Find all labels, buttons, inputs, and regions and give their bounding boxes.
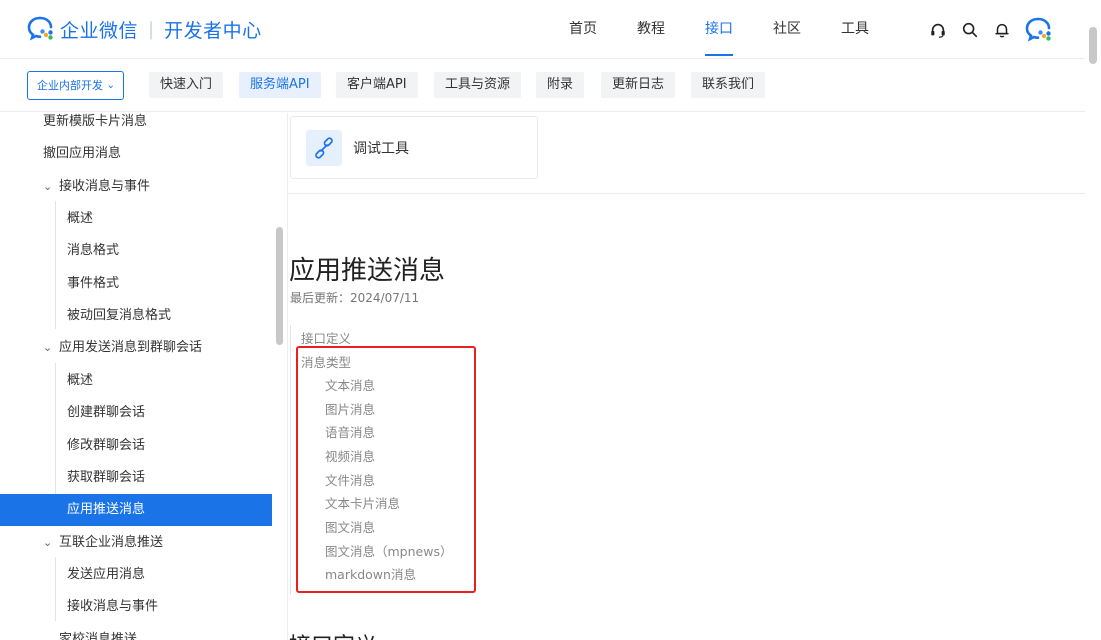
sidebar-group[interactable]: ⌄ 应用发送消息到群聊会话 [0, 332, 272, 364]
sidebar-item-label: 应用发送消息到群聊会话 [59, 340, 203, 355]
pill-server-api[interactable]: 服务端API [239, 72, 321, 98]
brand-subtitle: 开发者中心 [164, 19, 262, 42]
headset-icon[interactable] [928, 19, 948, 41]
sidebar-item[interactable]: 创建群聊会话 [0, 397, 272, 429]
chevron-down-icon: ⌄ [43, 633, 53, 640]
sidebar-group[interactable]: ⌄ 接收消息与事件 [0, 171, 272, 203]
debug-tool-card[interactable]: 调试工具 [290, 116, 538, 179]
chevron-down-icon: ⌄ [106, 80, 115, 91]
sub-nav: 企业内部开发 ⌄ 快速入门 服务端API 客户端API 工具与资源 附录 更新日… [0, 58, 1085, 112]
divider [288, 193, 1085, 194]
brand-separator: | [148, 18, 155, 40]
nav-api[interactable]: 接口 [691, 0, 747, 58]
sidebar-item[interactable]: 更新模版卡片消息 [0, 113, 272, 138]
brand-name: 企业微信 [60, 19, 139, 42]
pill-quickstart[interactable]: 快速入门 [149, 72, 224, 98]
sidebar-item-label: 发送应用消息 [67, 567, 146, 582]
section-heading: 接口定义 [289, 628, 377, 640]
page-scrollbar-track [1085, 0, 1101, 640]
header-tools [928, 16, 1054, 44]
dev-type-select[interactable]: 企业内部开发 ⌄ [27, 71, 124, 100]
nav-home[interactable]: 首页 [555, 0, 611, 58]
sidebar-item-label: 消息格式 [67, 243, 120, 258]
sidebar-scrollbar[interactable] [276, 227, 283, 345]
search-icon[interactable] [960, 19, 980, 41]
main-nav: 首页 教程 接口 社区 工具 [555, 0, 883, 58]
sidebar: 更新模版卡片消息 撤回应用消息 ⌄ 接收消息与事件 概述 消息格式 事件格式 被动… [0, 113, 272, 640]
pill-appendix[interactable]: 附录 [536, 72, 585, 98]
chevron-down-icon: ⌄ [43, 180, 53, 193]
sidebar-item[interactable]: 接收消息与事件 [0, 591, 272, 623]
toc-guide-line [290, 325, 291, 595]
pill-changelog[interactable]: 更新日志 [601, 72, 676, 98]
sidebar-item-label: 获取群聊会话 [67, 470, 146, 485]
sidebar-item-label: 互联企业消息推送 [59, 535, 164, 550]
sidebar-item-label: 接收消息与事件 [67, 599, 159, 614]
chevron-down-icon: ⌄ [43, 341, 53, 354]
link-icon [306, 130, 342, 166]
sidebar-item-label: 创建群聊会话 [67, 405, 146, 420]
wecom-avatar-icon[interactable] [1024, 16, 1054, 44]
sidebar-item-label: 概述 [67, 373, 94, 388]
sidebar-item-label: 概述 [67, 211, 94, 226]
sidebar-item-active[interactable]: 应用推送消息 [0, 494, 272, 526]
bell-icon[interactable] [992, 19, 1012, 41]
nav-tools[interactable]: 工具 [827, 0, 883, 58]
sidebar-item[interactable]: 事件格式 [0, 268, 272, 300]
sidebar-item-label: 修改群聊会话 [67, 438, 146, 453]
sidebar-item[interactable]: 概述 [0, 365, 272, 397]
page-scrollbar[interactable] [1089, 27, 1097, 64]
wecom-logo-icon [27, 16, 53, 41]
sidebar-item-label: 事件格式 [67, 276, 120, 291]
sidebar-item-label: 被动回复消息格式 [67, 308, 172, 323]
sidebar-group[interactable]: ⌄ 家校消息推送 [0, 624, 272, 640]
sidebar-item[interactable]: 撤回应用消息 [0, 138, 272, 170]
sidebar-item[interactable]: 被动回复消息格式 [0, 300, 272, 332]
sidebar-item[interactable]: 发送应用消息 [0, 559, 272, 591]
debug-tool-label: 调试工具 [353, 141, 409, 157]
nav-tutorial[interactable]: 教程 [623, 0, 679, 58]
sidebar-item-label: 家校消息推送 [59, 632, 138, 640]
sidebar-item[interactable]: 修改群聊会话 [0, 430, 272, 462]
sidebar-item[interactable]: 消息格式 [0, 235, 272, 267]
last-updated: 最后更新：2024/07/11 [290, 291, 420, 305]
sidebar-item[interactable]: 获取群聊会话 [0, 462, 272, 494]
pill-client-api[interactable]: 客户端API [336, 72, 418, 98]
chevron-down-icon: ⌄ [43, 536, 53, 549]
pill-tools-resources[interactable]: 工具与资源 [434, 72, 522, 98]
sidebar-item-label: 接收消息与事件 [59, 179, 151, 194]
top-bar: 企业微信 | 开发者中心 首页 教程 接口 社区 工具 [0, 0, 1101, 58]
sidebar-group[interactable]: ⌄ 互联企业消息推送 [0, 527, 272, 559]
dev-type-select-label: 企业内部开发 [37, 79, 103, 92]
highlight-box [296, 346, 476, 593]
sidebar-item[interactable]: 概述 [0, 203, 272, 235]
sidebar-item-label: 更新模版卡片消息 [43, 114, 148, 129]
sidebar-item-label: 撤回应用消息 [43, 146, 122, 161]
toc-item[interactable]: 接口定义 [301, 328, 351, 347]
pill-contact[interactable]: 联系我们 [691, 72, 766, 98]
logo[interactable]: 企业微信 | 开发者中心 [26, 14, 262, 44]
nav-community[interactable]: 社区 [759, 0, 815, 58]
page-title: 应用推送消息 [289, 256, 446, 286]
sidebar-item-label: 应用推送消息 [67, 502, 146, 517]
